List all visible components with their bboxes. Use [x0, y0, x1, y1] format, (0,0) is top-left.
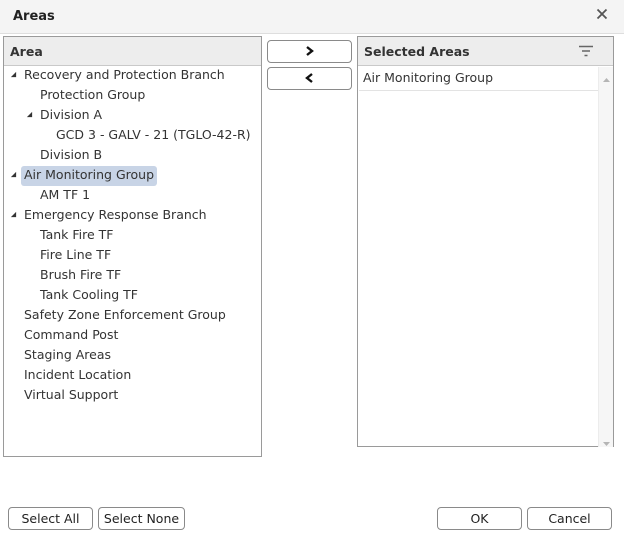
tree-node-division-a[interactable]: Division A	[37, 106, 105, 126]
chevron-left-icon	[305, 71, 314, 86]
tree-node-protection-group[interactable]: Protection Group	[37, 86, 148, 106]
selected-areas-scrollbar[interactable]	[598, 67, 613, 447]
move-left-button[interactable]	[267, 67, 352, 90]
dialog-title: Areas	[13, 9, 55, 24]
area-panel-header: Area	[4, 37, 261, 66]
tree-node-am-tf-1[interactable]: AM TF 1	[37, 186, 93, 206]
tree-node-fire-line-tf[interactable]: Fire Line TF	[37, 246, 114, 266]
filter-icon[interactable]	[579, 45, 593, 57]
select-all-button[interactable]: Select All	[8, 507, 93, 530]
selected-areas-header-label: Selected Areas	[364, 44, 470, 59]
expanded-triangle-icon[interactable]	[10, 171, 18, 179]
scroll-up-icon[interactable]	[602, 72, 611, 82]
dialog-titlebar: Areas	[0, 0, 624, 34]
tree-node-air-monitoring-group[interactable]: Air Monitoring Group	[21, 166, 158, 186]
expanded-triangle-icon[interactable]	[26, 111, 34, 119]
expanded-triangle-icon[interactable]	[10, 211, 18, 219]
area-header-label: Area	[10, 44, 43, 59]
chevron-right-icon	[305, 44, 314, 59]
area-tree-panel: Area Recovery and Protection Branch Prot…	[3, 36, 262, 457]
selected-areas-header: Selected Areas	[358, 37, 613, 66]
tree-node-tank-cooling-tf[interactable]: Tank Cooling TF	[37, 286, 141, 306]
move-right-button[interactable]	[267, 40, 352, 63]
tree-node-safety-zone-group[interactable]: Safety Zone Enforcement Group	[21, 306, 229, 326]
select-none-button[interactable]: Select None	[98, 507, 185, 530]
close-icon[interactable]	[596, 8, 612, 24]
tree-node-gcd3[interactable]: GCD 3 - GALV - 21 (TGLO-42-R)	[53, 126, 254, 146]
selected-areas-panel: Selected Areas Air Monitoring Group	[357, 36, 614, 447]
expanded-triangle-icon[interactable]	[10, 71, 18, 79]
cancel-button[interactable]: Cancel	[527, 507, 612, 530]
tree-node-command-post[interactable]: Command Post	[21, 326, 121, 346]
tree-node-staging-areas[interactable]: Staging Areas	[21, 346, 114, 366]
ok-button[interactable]: OK	[437, 507, 522, 530]
tree-node-recovery-branch[interactable]: Recovery and Protection Branch	[21, 66, 228, 86]
tree-node-tank-fire-tf[interactable]: Tank Fire TF	[37, 226, 116, 246]
tree-node-virtual-support[interactable]: Virtual Support	[21, 386, 121, 406]
selected-area-item[interactable]: Air Monitoring Group	[359, 67, 598, 91]
tree-node-division-b[interactable]: Division B	[37, 146, 105, 166]
tree-node-incident-location[interactable]: Incident Location	[21, 366, 134, 386]
tree-node-emergency-response-branch[interactable]: Emergency Response Branch	[21, 206, 210, 226]
tree-node-brush-fire-tf[interactable]: Brush Fire TF	[37, 266, 124, 286]
scroll-down-icon[interactable]	[602, 436, 611, 446]
